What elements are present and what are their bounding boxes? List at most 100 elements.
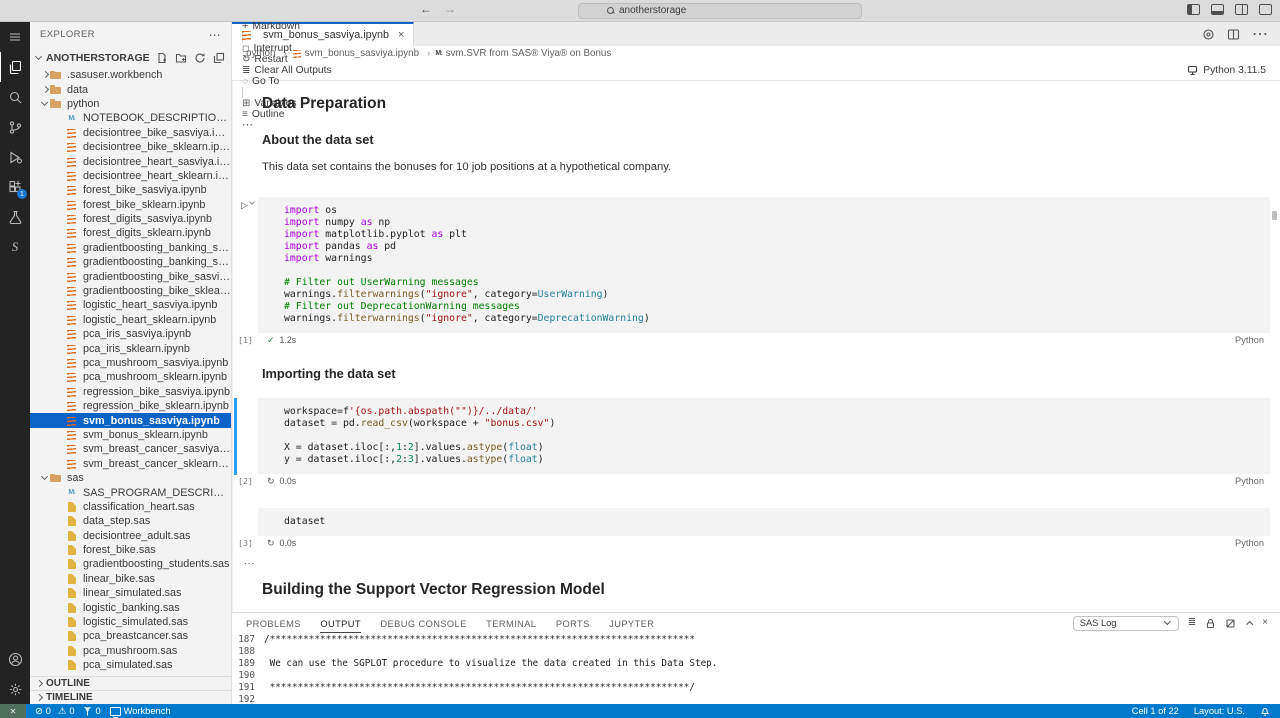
tree-item[interactable]: decisiontree_bike_sklearn.ipynb bbox=[30, 140, 231, 154]
editor-more-actions-icon[interactable]: ⋯ bbox=[1252, 24, 1268, 44]
tree-item[interactable]: svm_breast_cancer_sklearn.ipynb bbox=[30, 457, 231, 471]
cell-language-label[interactable]: Python bbox=[1235, 335, 1270, 345]
cell-code-editor[interactable]: import osimport numpy as npimport matplo… bbox=[258, 197, 1270, 333]
tree-item[interactable]: python bbox=[30, 97, 231, 111]
tree-item[interactable]: pca_simulated.sas bbox=[30, 658, 231, 672]
tree-item[interactable]: svm_breast_cancer_sasviya.ipynb bbox=[30, 442, 231, 456]
explorer-more-actions-icon[interactable]: ⋯ bbox=[209, 28, 221, 42]
output-channel-select[interactable]: SAS Log bbox=[1073, 616, 1179, 631]
tree-item[interactable]: gradientboosting_bike_sasviya.ipynb bbox=[30, 269, 231, 283]
tree-item[interactable]: svm_bonus_sklearn.ipynb bbox=[30, 428, 231, 442]
close-panel-icon[interactable]: × bbox=[1262, 618, 1268, 628]
layout-indicator[interactable]: Layout: U.S. bbox=[1194, 706, 1245, 716]
menu-icon[interactable] bbox=[0, 22, 30, 52]
tree-item[interactable]: gradientboosting_banking_sasviya.i... bbox=[30, 241, 231, 255]
notebook-settings-icon[interactable] bbox=[1202, 28, 1215, 41]
tree-item[interactable]: data_step.sas bbox=[30, 514, 231, 528]
tree-item[interactable]: svm_bonus_sasviya.ipynb bbox=[30, 413, 231, 427]
tree-item[interactable]: gradientboosting_bike_sklearn.ipynb bbox=[30, 284, 231, 298]
cell-code-editor[interactable]: workspace=f'{os.path.abspath("")}/../dat… bbox=[258, 398, 1270, 474]
tree-item[interactable]: forest_bike_sasviya.ipynb bbox=[30, 183, 231, 197]
tree-item[interactable]: forest_bike_sklearn.ipynb bbox=[30, 198, 231, 212]
tree-item[interactable]: sas bbox=[30, 471, 231, 485]
tree-item[interactable]: logistic_simulated.sas bbox=[30, 615, 231, 629]
breadcrumb-item[interactable]: M↓ svm.SVR from SAS® Viya® on Bonus bbox=[435, 48, 611, 59]
clear-output-icon[interactable] bbox=[1225, 618, 1236, 629]
toggle-secondary-sidebar-icon[interactable] bbox=[1235, 4, 1248, 15]
maximize-panel-icon[interactable] bbox=[1245, 619, 1253, 627]
scrollbar-thumb[interactable] bbox=[1272, 211, 1277, 220]
tree-item[interactable]: M↓ NOTEBOOK_DESCRIPTIONS.md bbox=[30, 111, 231, 125]
tree-item[interactable]: linear_bike.sas bbox=[30, 572, 231, 586]
remote-indicator[interactable]: ✕ bbox=[0, 704, 26, 718]
cell-language-label[interactable]: Python bbox=[1235, 538, 1270, 548]
toolbar-button[interactable]: Interrupt bbox=[242, 43, 332, 54]
code-cell[interactable]: dataset[3]↻0.0sPython bbox=[233, 508, 1270, 550]
code-cell[interactable]: workspace=f'{os.path.abspath("")}/../dat… bbox=[233, 398, 1270, 488]
back-icon[interactable]: ← bbox=[420, 2, 432, 16]
panel-tab[interactable]: PORTS bbox=[556, 615, 590, 633]
timeline-section-header[interactable]: TIMELINE bbox=[30, 690, 231, 704]
tree-item[interactable]: forest_digits_sklearn.ipynb bbox=[30, 226, 231, 240]
new-file-icon[interactable] bbox=[156, 52, 168, 64]
collapse-all-icon[interactable] bbox=[213, 52, 225, 64]
tree-item[interactable]: pca_mushroom_sklearn.ipynb bbox=[30, 370, 231, 384]
toolbar-button[interactable]: Markdown bbox=[242, 21, 332, 32]
tree-item[interactable]: pca_mushroom_sasviya.ipynb bbox=[30, 356, 231, 370]
sidebar-item-run-debug[interactable] bbox=[0, 142, 30, 172]
tree-item[interactable]: logistic_heart_sklearn.ipynb bbox=[30, 313, 231, 327]
split-editor-icon[interactable] bbox=[1227, 28, 1240, 41]
tree-item[interactable]: regression_bike_sasviya.ipynb bbox=[30, 385, 231, 399]
tree-item[interactable]: gradientboosting_banking_sklearn.ip... bbox=[30, 255, 231, 269]
cell-code-editor[interactable]: dataset bbox=[258, 508, 1270, 536]
settings-gear-icon[interactable] bbox=[0, 674, 30, 704]
tree-item[interactable]: linear_simulated.sas bbox=[30, 586, 231, 600]
outline-section-header[interactable]: OUTLINE bbox=[30, 676, 231, 690]
toggle-sidebar-icon[interactable] bbox=[1187, 4, 1200, 15]
customize-layout-icon[interactable] bbox=[1259, 4, 1272, 15]
notifications-bell-icon[interactable] bbox=[1260, 706, 1270, 716]
run-options-chevron-icon[interactable] bbox=[249, 200, 256, 207]
code-cell[interactable]: ▷import osimport numpy as npimport matpl… bbox=[233, 197, 1270, 347]
sidebar-item-sas[interactable]: S bbox=[0, 232, 30, 262]
account-icon[interactable] bbox=[0, 644, 30, 674]
tree-item[interactable]: .sasuser.workbench bbox=[30, 68, 231, 82]
tree-item[interactable]: decisiontree_bike_sasviya.ipynb bbox=[30, 126, 231, 140]
tree-item[interactable]: data bbox=[30, 82, 231, 96]
tree-item[interactable]: pca_iris_sasviya.ipynb bbox=[30, 327, 231, 341]
command-center-search[interactable]: anotherstorage bbox=[578, 3, 862, 19]
kernel-picker[interactable]: Python 3.11.5 bbox=[1187, 65, 1280, 76]
workspace-section-header[interactable]: ANOTHERSTORAGE bbox=[30, 47, 231, 68]
lock-scrolling-icon[interactable] bbox=[1205, 618, 1216, 629]
problems-indicator[interactable]: ⊘0 ⚠0 bbox=[35, 706, 74, 717]
sidebar-item-extensions[interactable]: 1 bbox=[0, 172, 30, 202]
panel-tab[interactable]: TERMINAL bbox=[486, 615, 536, 633]
notebook-content[interactable]: Data PreparationAbout the data setThis d… bbox=[232, 81, 1280, 612]
sidebar-item-testing[interactable] bbox=[0, 202, 30, 232]
sidebar-item-source-control[interactable] bbox=[0, 112, 30, 142]
tree-item[interactable]: logistic_heart_sasviya.ipynb bbox=[30, 298, 231, 312]
forward-icon[interactable]: → bbox=[444, 2, 456, 16]
ports-indicator[interactable]: 0 bbox=[83, 706, 100, 716]
sidebar-item-explorer[interactable] bbox=[0, 52, 30, 82]
tree-item[interactable]: regression_bike_sklearn.ipynb bbox=[30, 399, 231, 413]
cell-language-label[interactable]: Python bbox=[1235, 476, 1270, 486]
tree-item[interactable]: pca_breastcancer.sas bbox=[30, 629, 231, 643]
panel-tab[interactable]: PROBLEMS bbox=[246, 615, 301, 633]
output-filter-icon[interactable]: ≣ bbox=[1188, 618, 1196, 628]
close-tab-icon[interactable]: × bbox=[398, 29, 404, 41]
tree-item[interactable]: forest_bike.sas bbox=[30, 543, 231, 557]
tree-item[interactable]: decisiontree_heart_sasviya.ipynb bbox=[30, 154, 231, 168]
panel-tab[interactable]: OUTPUT bbox=[320, 615, 361, 633]
panel-tab[interactable]: JUPYTER bbox=[609, 615, 654, 633]
tree-item[interactable]: logistic_banking.sas bbox=[30, 600, 231, 614]
tree-item[interactable]: pca_mushroom.sas bbox=[30, 644, 231, 658]
toolbar-button[interactable]: Clear All Outputs bbox=[242, 65, 332, 76]
workbench-indicator[interactable]: Workbench bbox=[110, 706, 171, 716]
toggle-panel-icon[interactable] bbox=[1211, 4, 1224, 15]
tree-item[interactable]: decisiontree_adult.sas bbox=[30, 529, 231, 543]
new-folder-icon[interactable] bbox=[175, 52, 187, 64]
tree-item[interactable]: gradientboosting_students.sas bbox=[30, 557, 231, 571]
toolbar-button[interactable] bbox=[242, 32, 332, 43]
sidebar-item-search[interactable] bbox=[0, 82, 30, 112]
